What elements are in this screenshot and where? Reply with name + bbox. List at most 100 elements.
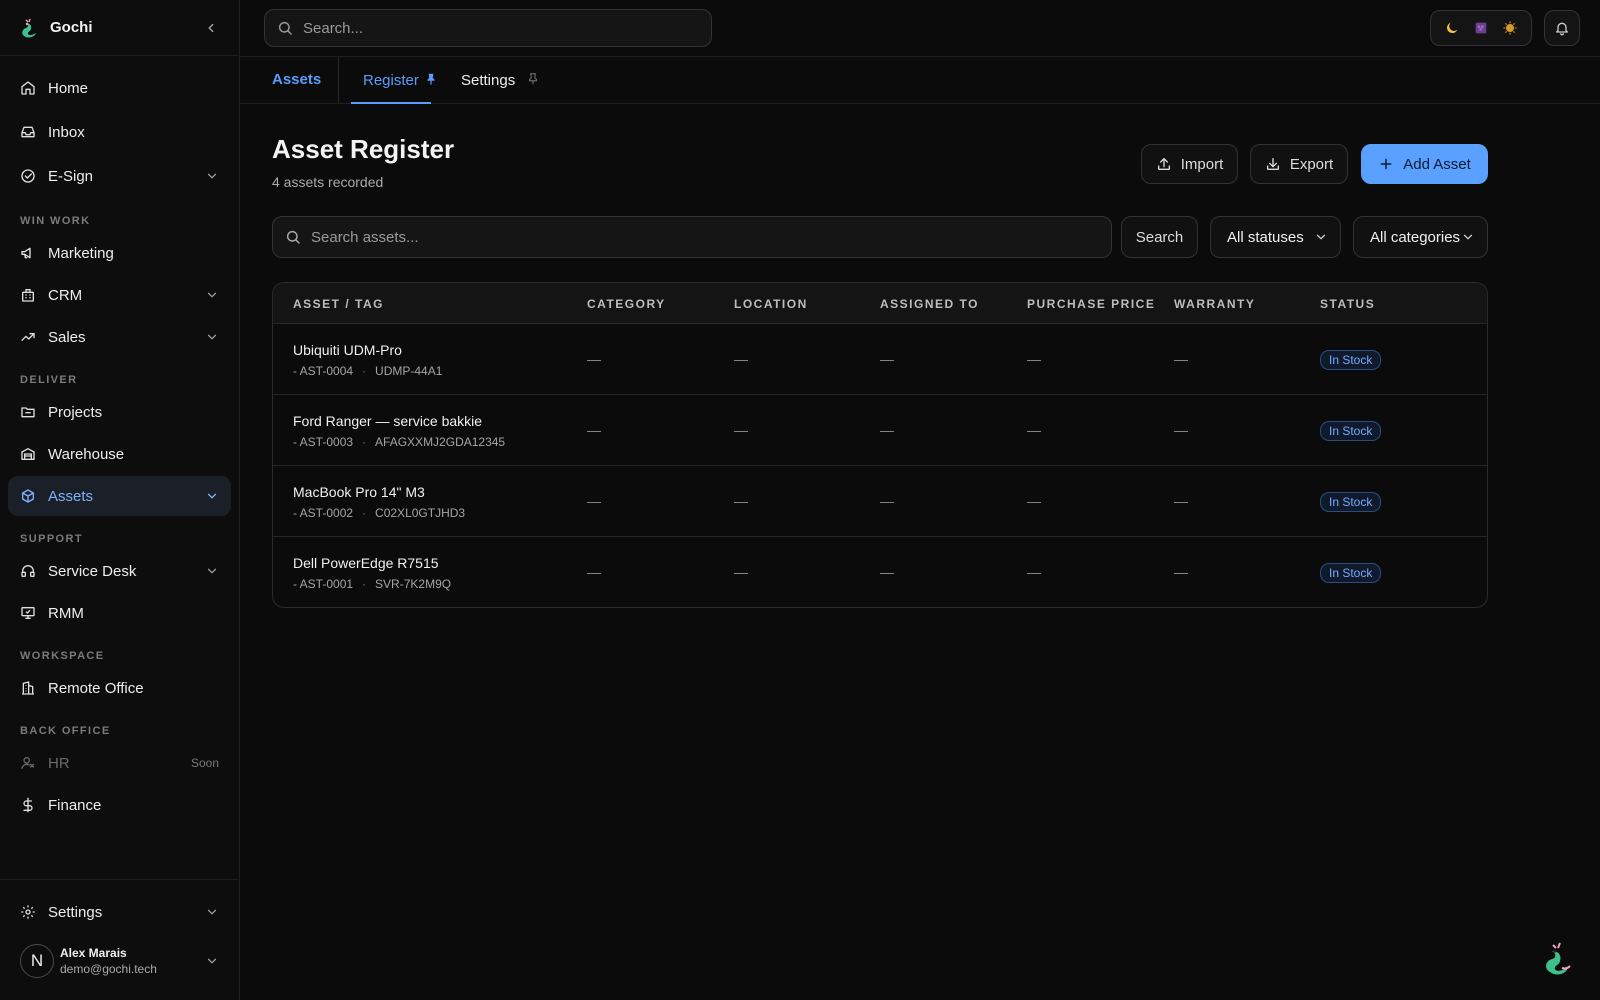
global-search-input[interactable] — [303, 19, 699, 37]
asset-id: - AST-0002 — [293, 506, 354, 520]
inbox-icon — [20, 124, 36, 140]
sidebar-item-service-desk[interactable]: Service Desk — [8, 551, 231, 591]
add-asset-label: Add Asset — [1403, 155, 1471, 173]
asset-name[interactable]: Ford Ranger — service bakkie — [293, 413, 482, 429]
column-header-warranty[interactable]: WARRANTY — [1174, 297, 1255, 311]
chevron-down-icon — [205, 169, 219, 183]
global-search[interactable] — [264, 9, 712, 47]
column-header-status[interactable]: STATUS — [1320, 297, 1375, 311]
asset-name[interactable]: Dell PowerEdge R7515 — [293, 555, 439, 571]
column-header-asset[interactable]: ASSET / TAG — [293, 297, 384, 311]
column-header-purchase-price[interactable]: PURCHASE PRICE — [1027, 297, 1155, 311]
check-circle-icon — [20, 168, 36, 184]
cell-location: — — [734, 564, 748, 580]
sidebar-item-label: Inbox — [48, 123, 85, 141]
pin-outline-icon[interactable] — [526, 72, 540, 86]
module-title[interactable]: Assets — [272, 71, 321, 88]
chevron-down-icon — [205, 330, 219, 344]
separator-dot: · — [362, 435, 367, 449]
dollar-icon — [20, 797, 36, 813]
sidebar-item-rmm[interactable]: RMM — [8, 593, 231, 633]
sidebar-item-sales[interactable]: Sales — [8, 317, 231, 357]
sidebar-item-home[interactable]: Home — [8, 68, 231, 108]
asset-search[interactable] — [272, 216, 1112, 258]
cell-assigned-to: — — [880, 493, 894, 509]
chevron-down-icon — [205, 905, 219, 919]
asset-tag: - AST-0003 · AFAGXXMJ2GDA12345 — [293, 435, 505, 449]
table-row[interactable]: Dell PowerEdge R7515 - AST-0001 · SVR-7K2M… — [273, 537, 1487, 607]
sidebar-item-hr[interactable]: HR Soon — [8, 743, 231, 783]
add-asset-button[interactable]: Add Asset — [1361, 144, 1488, 184]
notifications-button[interactable] — [1544, 10, 1580, 46]
cell-location: — — [734, 351, 748, 367]
sidebar-item-label: E-Sign — [48, 167, 94, 185]
search-button[interactable]: Search — [1121, 216, 1198, 258]
dragon-logo-icon — [18, 16, 42, 40]
category-select-value: All categories — [1370, 228, 1461, 246]
cell-category: — — [587, 564, 601, 580]
sidebar-item-finance[interactable]: Finance — [8, 785, 231, 825]
tab-register[interactable]: Register — [351, 57, 431, 104]
table-row[interactable]: Ubiquiti UDM-Pro - AST-0004 · UDMP-44A1 — … — [273, 324, 1487, 395]
headphones-icon — [20, 563, 36, 579]
sidebar-item-crm[interactable]: CRM — [8, 275, 231, 315]
asset-search-input[interactable] — [311, 228, 1099, 246]
column-header-assigned-to[interactable]: ASSIGNED TO — [880, 297, 979, 311]
user-menu[interactable]: N Alex Marais demo@gochi.tech — [8, 938, 231, 984]
export-button[interactable]: Export — [1250, 144, 1348, 184]
sun-icon[interactable] — [1499, 17, 1521, 39]
cell-category: — — [587, 422, 601, 438]
dragon-mascot-icon[interactable] — [1540, 938, 1580, 978]
sidebar-item-projects[interactable]: Projects — [8, 392, 231, 432]
sidebar-item-esign[interactable]: E-Sign — [8, 156, 231, 196]
section-label-win-work: WIN WORK — [20, 215, 91, 227]
export-label: Export — [1289, 155, 1334, 173]
cell-location: — — [734, 422, 748, 438]
cell-assigned-to: — — [880, 422, 894, 438]
status-select[interactable]: All statuses — [1210, 216, 1341, 258]
status-select-value: All statuses — [1227, 228, 1304, 246]
building-icon — [20, 287, 36, 303]
cell-assigned-to: — — [880, 564, 894, 580]
asset-name[interactable]: Ubiquiti UDM-Pro — [293, 342, 402, 358]
theme-switcher — [1430, 10, 1532, 46]
import-button[interactable]: Import — [1141, 144, 1238, 184]
sidebar-item-marketing[interactable]: Marketing — [8, 233, 231, 273]
sidebar-item-warehouse[interactable]: Warehouse — [8, 434, 231, 474]
chevron-down-icon — [205, 954, 219, 968]
sidebar-item-remote-office[interactable]: Remote Office — [8, 668, 231, 708]
topbar — [240, 0, 1600, 57]
section-label-deliver: DELIVER — [20, 374, 78, 386]
sidebar-item-label: Service Desk — [48, 562, 137, 580]
sidebar-item-label: HR — [48, 754, 70, 772]
column-header-location[interactable]: LOCATION — [734, 297, 808, 311]
cell-assigned-to: — — [880, 351, 894, 367]
search-icon — [277, 20, 293, 36]
asset-tag: - AST-0004 · UDMP-44A1 — [293, 364, 442, 378]
cell-purchase-price: — — [1027, 422, 1041, 438]
table-row[interactable]: MacBook Pro 14" M3 - AST-0002 · C02XL0GTJH… — [273, 466, 1487, 537]
asset-serial: SVR-7K2M9Q — [375, 577, 452, 591]
cell-warranty: — — [1174, 422, 1188, 438]
cell-location: — — [734, 493, 748, 509]
search-icon — [285, 229, 301, 245]
sidebar-item-settings[interactable]: Settings — [8, 892, 231, 932]
sidebar-item-inbox[interactable]: Inbox — [8, 112, 231, 152]
asset-name[interactable]: MacBook Pro 14" M3 — [293, 484, 425, 500]
category-select[interactable]: All categories — [1353, 216, 1488, 258]
trending-up-icon — [20, 329, 36, 345]
moon-icon[interactable] — [1441, 17, 1463, 39]
folder-icon — [20, 404, 36, 420]
section-label-workspace: WORKSPACE — [20, 650, 105, 662]
sidebar: Gochi Home Inbox E-Sign WIN WORK Marketi… — [0, 0, 240, 1000]
status-badge: In Stock — [1320, 350, 1382, 370]
cell-purchase-price: — — [1027, 564, 1041, 580]
sidebar-item-assets[interactable]: Assets — [8, 476, 231, 516]
pin-icon[interactable] — [424, 72, 438, 86]
grape-icon[interactable] — [1470, 17, 1492, 39]
tab-settings[interactable]: Settings — [461, 57, 515, 103]
collapse-sidebar-button[interactable] — [201, 18, 221, 38]
table-row[interactable]: Ford Ranger — service bakkie - AST-0003 ·… — [273, 395, 1487, 466]
cell-warranty: — — [1174, 493, 1188, 509]
column-header-category[interactable]: CATEGORY — [587, 297, 666, 311]
